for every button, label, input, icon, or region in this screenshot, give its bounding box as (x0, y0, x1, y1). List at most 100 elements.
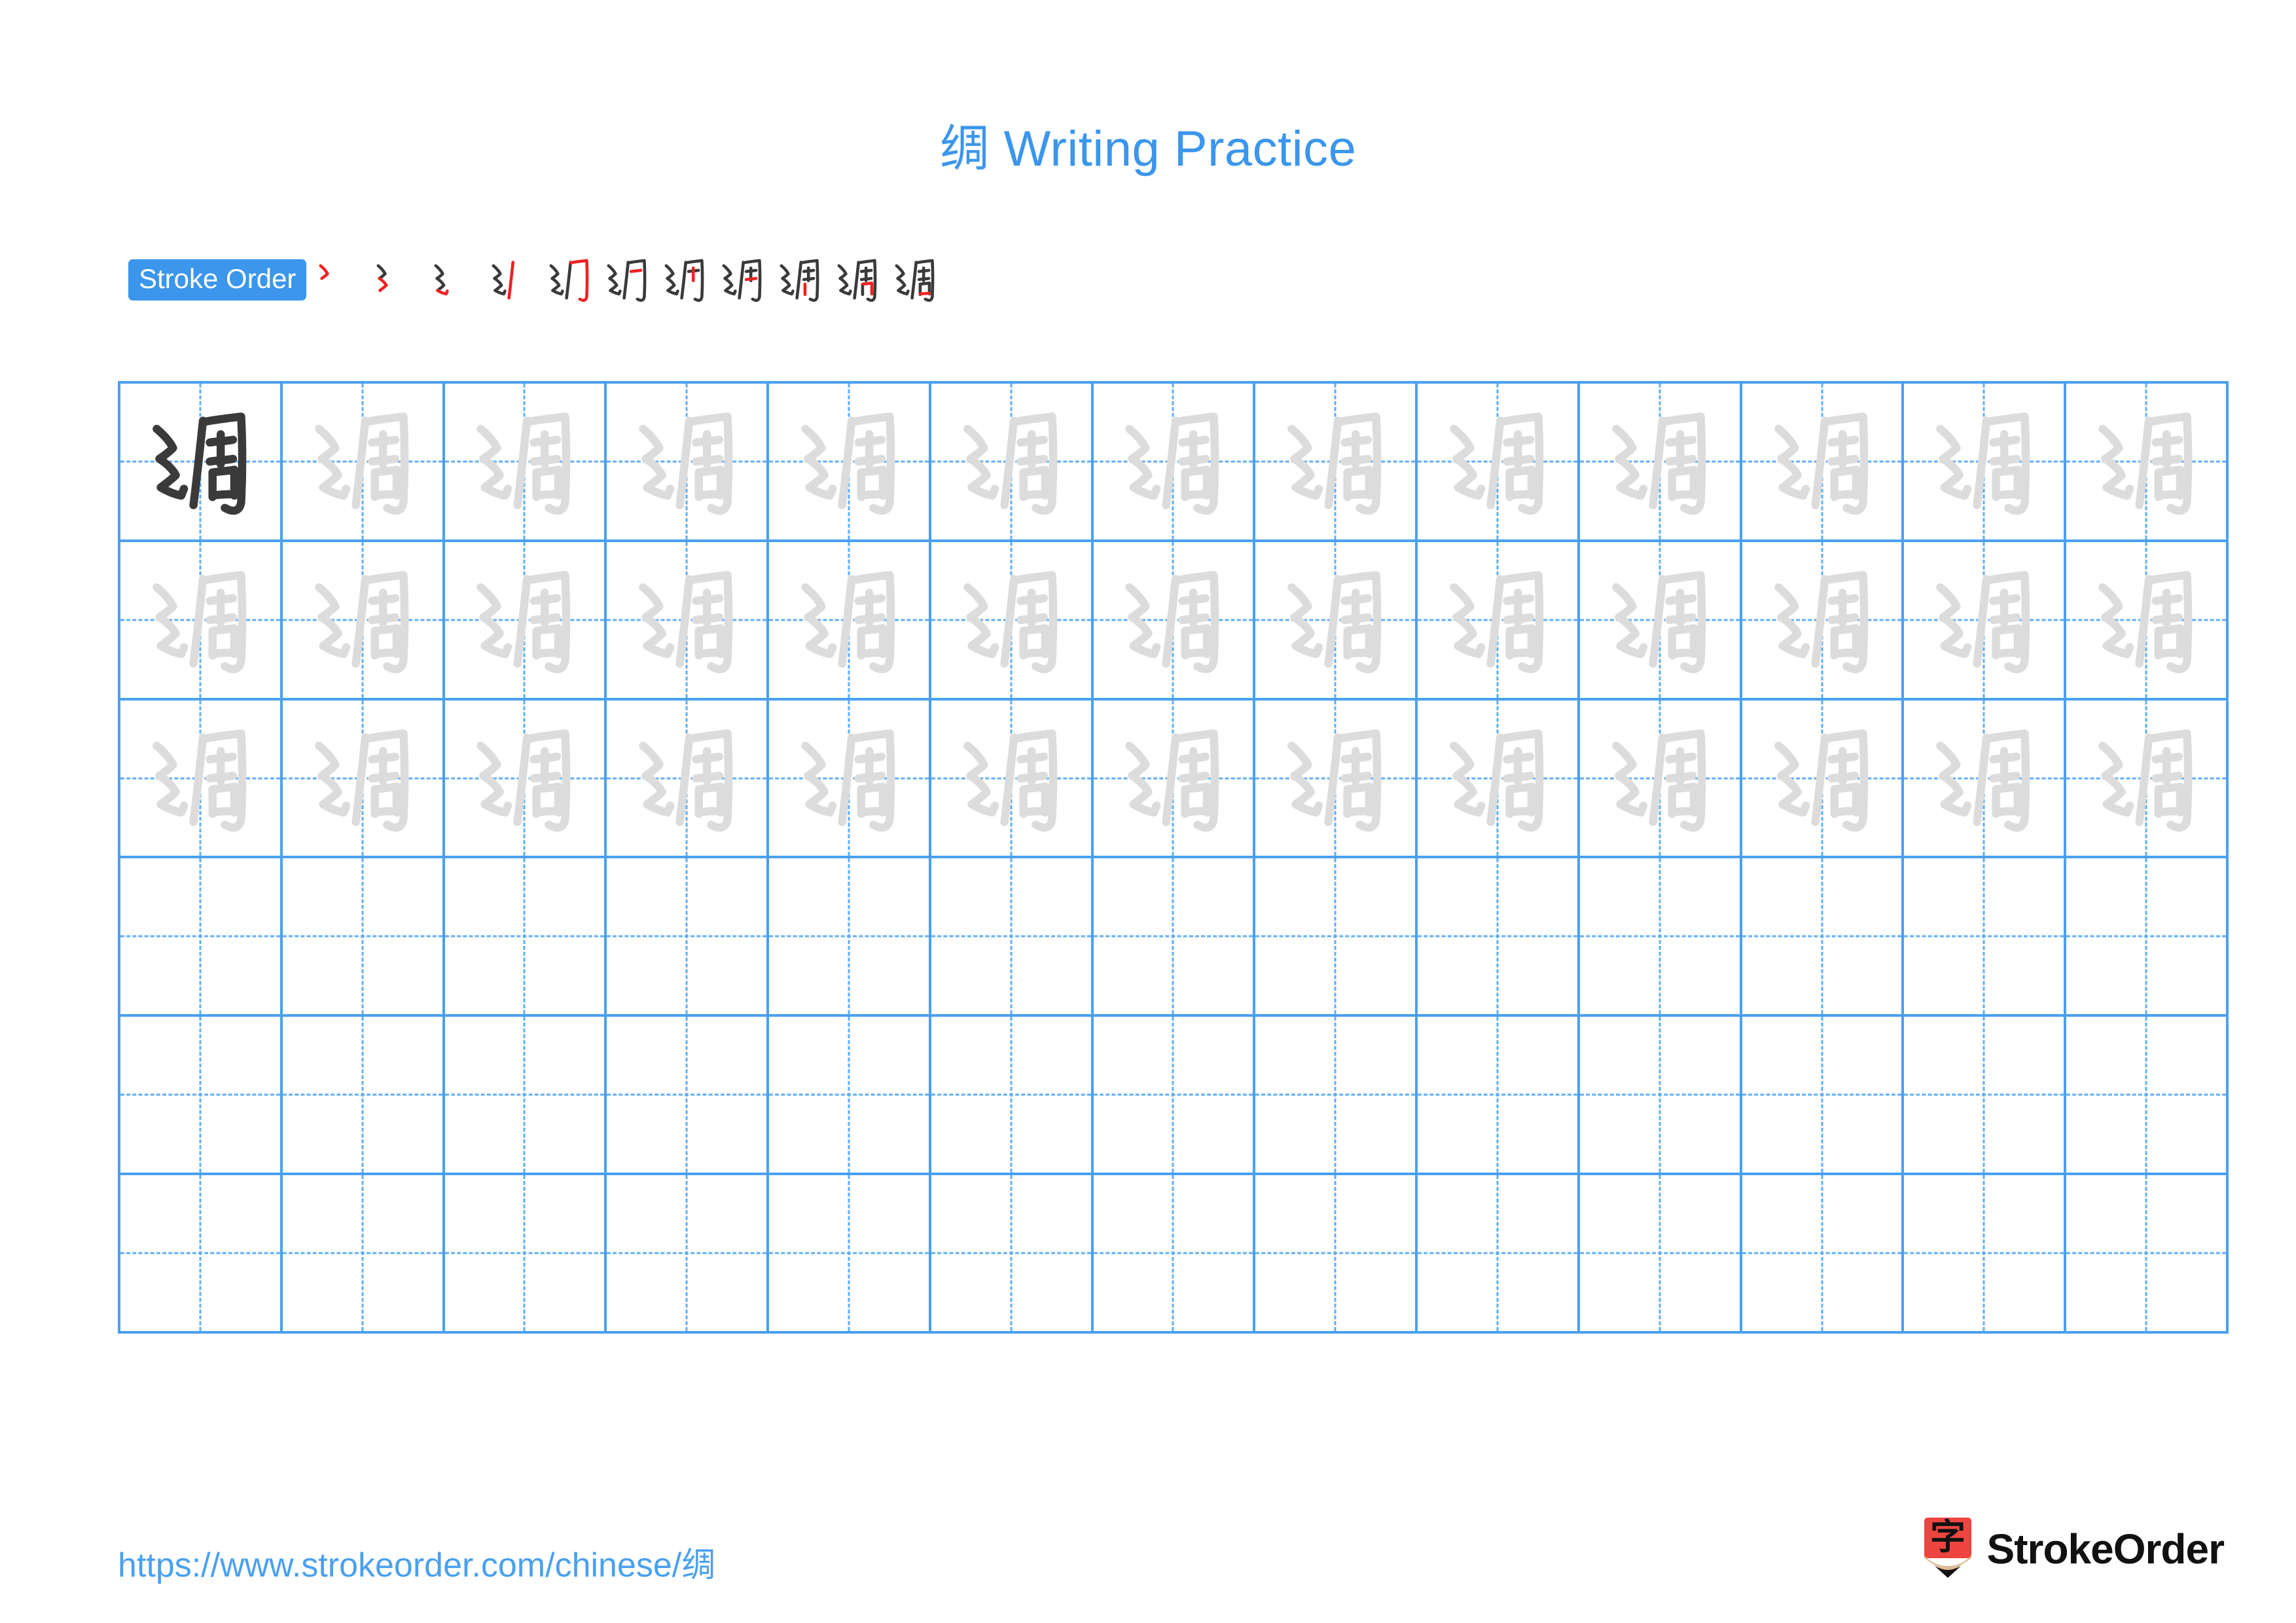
practice-cell[interactable] (769, 1175, 931, 1334)
tracing-character (445, 701, 605, 856)
practice-cell[interactable] (1093, 858, 1256, 1017)
tracing-character (607, 701, 766, 856)
practice-cell[interactable] (2066, 541, 2229, 701)
horizontal-guide-line (120, 1252, 280, 1254)
horizontal-guide-line (1093, 1093, 1253, 1096)
page-title: 绸 Writing Practice (939, 121, 1357, 177)
practice-cell[interactable] (1418, 384, 1580, 542)
practice-cell[interactable] (1579, 1175, 1742, 1334)
tracing-character (1580, 384, 1740, 539)
practice-cell[interactable] (282, 700, 445, 859)
practice-cell[interactable] (1093, 541, 1256, 701)
practice-cell[interactable] (769, 700, 931, 859)
horizontal-guide-line (1904, 1252, 2064, 1254)
practice-cell[interactable] (444, 1017, 607, 1176)
practice-cell[interactable] (1093, 700, 1256, 859)
practice-cell[interactable] (931, 384, 1094, 542)
practice-cell[interactable] (1093, 1175, 1256, 1334)
practice-cell[interactable] (120, 1017, 283, 1176)
tracing-character (283, 701, 442, 856)
practice-cell[interactable] (1579, 384, 1742, 542)
practice-cell[interactable] (769, 541, 931, 701)
practice-cell[interactable] (607, 1017, 770, 1176)
practice-cell[interactable] (444, 541, 607, 701)
practice-cell[interactable] (931, 1017, 1094, 1176)
practice-cell[interactable] (444, 1175, 607, 1334)
practice-cell[interactable] (1579, 700, 1742, 859)
tracing-character (1094, 542, 1253, 698)
practice-cell[interactable] (931, 858, 1094, 1017)
practice-cell[interactable] (1742, 1175, 1905, 1334)
practice-cell[interactable] (1904, 541, 2067, 701)
practice-cell[interactable] (607, 384, 770, 542)
practice-cell[interactable] (607, 700, 770, 859)
practice-cell[interactable] (1093, 1017, 1256, 1176)
footer-url[interactable]: https://www.strokeorder.com/chinese/绸 (118, 1537, 715, 1586)
practice-cell[interactable] (1255, 1017, 1418, 1176)
practice-cell[interactable] (1418, 1017, 1580, 1176)
practice-cell[interactable] (1742, 858, 1905, 1017)
practice-cell[interactable] (607, 858, 770, 1017)
practice-cell[interactable] (1579, 1017, 1742, 1176)
practice-cell[interactable] (769, 1017, 931, 1176)
practice-cell[interactable] (282, 541, 445, 701)
practice-cell[interactable] (282, 384, 445, 542)
practice-cell[interactable] (1579, 541, 1742, 701)
practice-cell[interactable] (1742, 384, 1905, 542)
practice-cell[interactable] (120, 541, 283, 701)
practice-cell[interactable] (1255, 858, 1418, 1017)
tracing-character (1418, 701, 1577, 856)
practice-cell[interactable] (769, 858, 931, 1017)
practice-cell[interactable] (1418, 541, 1580, 701)
stroke-step-3 (425, 248, 483, 311)
practice-cell[interactable] (1093, 384, 1256, 542)
practice-cell[interactable] (1255, 1175, 1418, 1334)
practice-cell[interactable] (769, 384, 931, 542)
svg-text:字: 字 (1930, 1518, 1965, 1558)
horizontal-guide-line (607, 1252, 767, 1254)
practice-grid-row (120, 1175, 2229, 1334)
tracing-character (1904, 542, 2064, 698)
pencil-icon-svg: 字 (1924, 1516, 1971, 1578)
practice-cell[interactable] (1418, 1175, 1580, 1334)
tracing-character (1580, 542, 1740, 698)
practice-cell[interactable] (931, 541, 1094, 701)
practice-cell[interactable] (2066, 700, 2229, 859)
practice-cell[interactable] (2066, 858, 2229, 1017)
practice-cell[interactable] (1579, 858, 1742, 1017)
practice-cell[interactable] (120, 858, 283, 1017)
practice-cell[interactable] (1904, 700, 2067, 859)
practice-cell[interactable] (1255, 541, 1418, 701)
practice-cell[interactable] (1742, 541, 1905, 701)
practice-cell[interactable] (444, 858, 607, 1017)
practice-cell[interactable] (1742, 1017, 1905, 1176)
practice-cell[interactable] (444, 700, 607, 859)
practice-cell[interactable] (2066, 1175, 2229, 1334)
practice-cell[interactable] (2066, 384, 2229, 542)
horizontal-guide-line (1255, 1252, 1416, 1254)
practice-cell[interactable] (1904, 1017, 2067, 1176)
stroke-step-6 (598, 248, 656, 311)
tracing-character (283, 384, 442, 539)
practice-cell[interactable] (1418, 700, 1580, 859)
practice-cell[interactable] (1255, 384, 1418, 542)
practice-cell[interactable] (120, 700, 283, 859)
practice-cell[interactable] (120, 384, 283, 542)
practice-cell[interactable] (1418, 858, 1580, 1017)
practice-cell[interactable] (282, 858, 445, 1017)
practice-cell[interactable] (607, 1175, 770, 1334)
horizontal-guide-line (1418, 1093, 1577, 1096)
practice-cell[interactable] (1904, 384, 2067, 542)
practice-cell[interactable] (444, 384, 607, 542)
practice-cell[interactable] (2066, 1017, 2229, 1176)
practice-cell[interactable] (1255, 700, 1418, 859)
practice-cell[interactable] (282, 1017, 445, 1176)
practice-cell[interactable] (607, 541, 770, 701)
practice-cell[interactable] (1742, 700, 1905, 859)
practice-cell[interactable] (1904, 858, 2067, 1017)
practice-cell[interactable] (1904, 1175, 2067, 1334)
practice-cell[interactable] (931, 1175, 1094, 1334)
practice-cell[interactable] (282, 1175, 445, 1334)
practice-cell[interactable] (931, 700, 1094, 859)
practice-cell[interactable] (120, 1175, 283, 1334)
